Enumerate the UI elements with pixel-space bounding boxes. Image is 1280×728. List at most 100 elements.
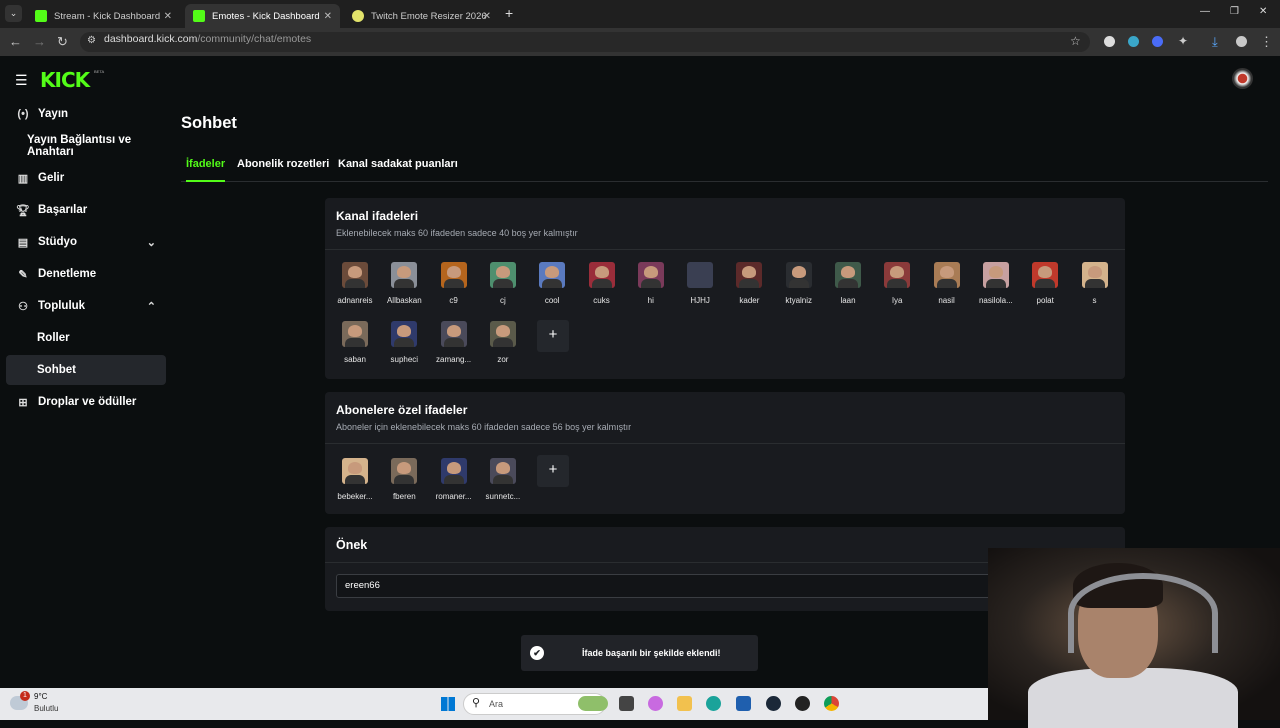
weather-temperature[interactable]: 9°C	[34, 692, 47, 701]
search-icon: ⚲	[472, 697, 481, 709]
emote-item[interactable]: zamang...	[429, 321, 479, 364]
emote-label: bebeker...	[337, 492, 373, 501]
emote-item[interactable]: kader	[724, 262, 774, 305]
store-icon[interactable]	[736, 696, 751, 711]
emote-label: saban	[344, 355, 366, 364]
emote-label: lya	[892, 296, 903, 305]
emote-label: polat	[1036, 296, 1054, 305]
emote-item[interactable]: saban	[330, 321, 380, 364]
emote-image	[489, 262, 516, 288]
emote-item[interactable]: sunnetc...	[478, 458, 528, 501]
user-avatar[interactable]	[1232, 68, 1253, 89]
chrome-icon[interactable]	[824, 696, 839, 711]
bookmark-star-icon[interactable]: ☆	[1070, 34, 1081, 48]
emote-item[interactable]: bebeker...	[330, 458, 380, 501]
app-icon[interactable]	[795, 696, 810, 711]
sidebar-item-stream-key[interactable]: Yayın Bağlantısı ve Anahtarı	[6, 131, 174, 161]
browser-menu-icon[interactable]: ⋮	[1260, 34, 1273, 50]
windows-start-icon[interactable]	[441, 697, 455, 711]
site-info-icon[interactable]: ⚙	[87, 35, 96, 46]
emote-item[interactable]: adnanreis	[330, 262, 380, 305]
copilot-icon[interactable]	[648, 696, 663, 711]
sidebar-item-sohbet[interactable]: Sohbet	[6, 355, 166, 385]
browser-tab-resizer[interactable]: Twitch Emote Resizer 2026 - Fre ✕	[344, 4, 499, 28]
channel-emotes-card: Kanal ifadeleri Eklenebilecek maks 60 if…	[325, 198, 1125, 379]
edge-icon[interactable]	[706, 696, 721, 711]
reload-icon[interactable]: ↻	[57, 34, 68, 50]
tab-title: Stream - Kick Dashboard	[54, 10, 161, 22]
kick-logo[interactable]: KICK	[40, 68, 90, 92]
sidebar-item-basarilar[interactable]: 🏆︎ Başarılar	[6, 195, 166, 225]
divider	[325, 443, 1125, 444]
add-channel-emote-button[interactable]: +	[537, 320, 569, 352]
emote-item[interactable]: nasilola...	[971, 262, 1021, 305]
sidebar-item-label: Başarılar	[38, 204, 88, 216]
steam-icon[interactable]	[766, 696, 781, 711]
card-title: Kanal ifadeleri	[336, 209, 419, 223]
emote-item[interactable]: cuks	[577, 262, 627, 305]
extension-shield-icon[interactable]	[1152, 36, 1163, 47]
tab-search-button[interactable]: ⌄	[5, 5, 22, 22]
tab-abonelik-rozetleri[interactable]: Abonelik rozetleri	[237, 158, 329, 182]
emote-image	[933, 262, 960, 288]
emote-item[interactable]: supheci	[379, 321, 429, 364]
back-icon[interactable]: ←	[9, 34, 22, 49]
sidebar-item-studyo[interactable]: ▤ Stüdyo ⌄	[6, 227, 166, 257]
hamburger-menu-icon[interactable]: ☰	[15, 72, 28, 89]
emote-image	[1081, 262, 1108, 288]
sidebar-item-roller[interactable]: Roller	[6, 323, 166, 353]
extension-globe-icon[interactable]	[1128, 36, 1139, 47]
browser-tab-stream[interactable]: Stream - Kick Dashboard ✕	[27, 4, 180, 28]
close-tab-icon[interactable]: ✕	[483, 11, 491, 22]
sidebar-item-denetleme[interactable]: ✎ Denetleme	[6, 259, 166, 289]
add-subscriber-emote-button[interactable]: +	[537, 455, 569, 487]
profile-a-icon[interactable]	[1104, 36, 1115, 47]
emote-label: s	[1092, 296, 1097, 305]
emote-item[interactable]: c9	[429, 262, 479, 305]
task-view-icon[interactable]	[619, 696, 634, 711]
emote-item[interactable]: romaner...	[429, 458, 479, 501]
tab-ifadeler[interactable]: İfadeler	[186, 158, 226, 182]
emote-item[interactable]: fberen	[379, 458, 429, 501]
close-tab-icon[interactable]: ✕	[324, 11, 332, 22]
sidebar-item-droplar[interactable]: ⊞ Droplar ve ödüller	[6, 387, 166, 417]
emote-item[interactable]: zor	[478, 321, 528, 364]
beta-badge: BETA	[94, 69, 105, 74]
minimize-icon[interactable]: —	[1200, 6, 1210, 17]
restore-icon[interactable]: ❐	[1230, 6, 1239, 17]
emote-item[interactable]: s	[1070, 262, 1120, 305]
emote-image	[884, 262, 911, 288]
sidebar-item-yayin[interactable]: (•) Yayın	[6, 99, 166, 129]
emote-item[interactable]: Allbaskan	[379, 262, 429, 305]
sidebar-item-label: Stüdyo	[38, 236, 77, 248]
emote-label: fberen	[392, 492, 416, 501]
sidebar-item-label: Droplar ve ödüller	[38, 396, 137, 408]
emote-item[interactable]: cj	[478, 262, 528, 305]
emote-item[interactable]: cool	[527, 262, 577, 305]
emote-item[interactable]: polat	[1020, 262, 1070, 305]
close-window-icon[interactable]: ✕	[1259, 6, 1267, 17]
sidebar-item-gelir[interactable]: ▥ Gelir	[6, 163, 166, 193]
emote-item[interactable]: nasil	[922, 262, 972, 305]
extension-puzzle-icon[interactable]	[1236, 36, 1247, 47]
new-tab-button[interactable]: +	[505, 5, 513, 21]
extensions-icon[interactable]: ✦	[1178, 34, 1188, 48]
emote-item[interactable]: hi	[626, 262, 676, 305]
notification-badge: 1	[20, 691, 30, 701]
emote-item[interactable]: ktyalniz	[774, 262, 824, 305]
forward-icon[interactable]: →	[33, 34, 46, 49]
tab-kanal-sadakat-puanlari[interactable]: Kanal sadakat puanları	[338, 158, 458, 182]
emote-item[interactable]: HJHJ	[675, 262, 725, 305]
close-tab-icon[interactable]: ✕	[164, 11, 172, 22]
browser-tab-emotes[interactable]: Emotes - Kick Dashboard ✕	[185, 4, 340, 28]
emote-label: cool	[544, 296, 560, 305]
sidebar-item-topluluk[interactable]: ⚇ Topluluk ⌃	[6, 291, 166, 321]
url-text[interactable]: dashboard.kick.com/community/chat/emotes	[104, 33, 311, 45]
emote-label: Allbaskan	[386, 296, 422, 305]
emote-item[interactable]: laan	[823, 262, 873, 305]
search-highlight-icon[interactable]	[578, 696, 608, 711]
weather-description[interactable]: Bulutlu	[34, 704, 58, 713]
emote-item[interactable]: lya	[872, 262, 922, 305]
download-icon[interactable]: ⤓	[1212, 34, 1218, 50]
file-explorer-icon[interactable]	[677, 696, 692, 711]
